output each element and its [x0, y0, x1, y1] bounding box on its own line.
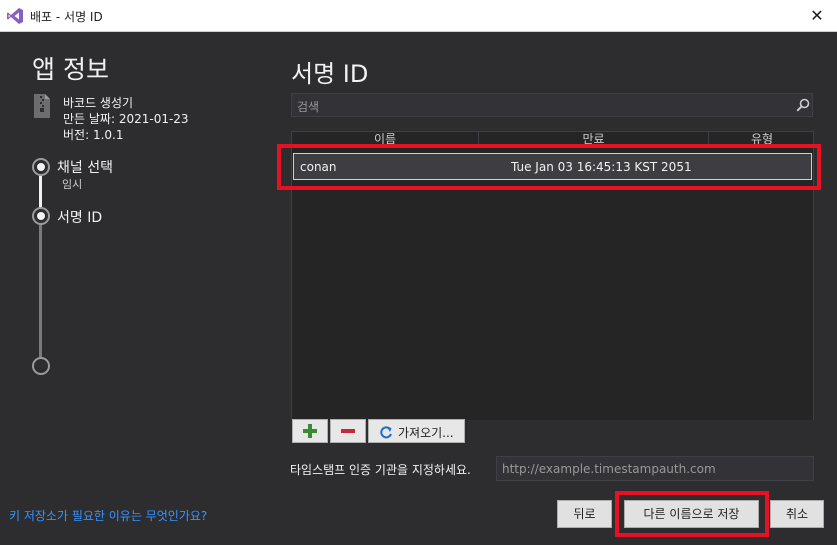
step-signing-label: 서명 ID	[57, 210, 103, 226]
remove-identity-button[interactable]	[330, 419, 366, 443]
selected-row-highlight	[277, 144, 821, 190]
timestamp-label: 타임스탬프 인증 기관을 지정하세요.	[290, 463, 471, 477]
page-title: 서명 ID	[291, 60, 369, 88]
step-channel-dot	[32, 158, 50, 176]
add-identity-button[interactable]	[292, 419, 328, 443]
search-icon[interactable]	[796, 98, 810, 112]
zip-package-icon	[34, 94, 50, 118]
step-channel-sub: 임시	[62, 178, 83, 191]
step-signing-dot	[32, 207, 50, 225]
window-title: 배포 - 서명 ID	[30, 10, 103, 24]
import-button[interactable]: 가져오기...	[368, 419, 465, 443]
title-bar: 배포 - 서명 ID ✕	[0, 0, 837, 32]
search-input[interactable]: 검색	[291, 93, 813, 117]
save-as-highlight	[615, 491, 769, 537]
plus-icon	[303, 424, 317, 438]
search-placeholder: 검색	[297, 100, 320, 114]
import-label: 가져오기...	[398, 426, 454, 440]
timestamp-url-input[interactable]: http://example.timestampauth.com	[496, 456, 814, 481]
cancel-button[interactable]: 취소	[770, 500, 824, 528]
visual-studio-logo-icon	[7, 8, 23, 24]
keystore-help-link[interactable]: 키 저장소가 필요한 이유는 무엇인가요?	[9, 507, 207, 524]
package-name: 바코드 생성기	[63, 96, 134, 110]
created-date: 만든 날짜: 2021-01-23	[63, 112, 189, 126]
timestamp-placeholder: http://example.timestampauth.com	[502, 462, 716, 476]
minus-icon	[341, 429, 355, 433]
version: 버전: 1.0.1	[63, 128, 124, 142]
refresh-import-icon	[380, 426, 392, 439]
step-channel-label: 채널 선택	[57, 160, 113, 176]
step-final-dot	[32, 357, 50, 375]
app-info-heading: 앱 정보	[32, 55, 109, 84]
close-button[interactable]: ✕	[798, 2, 836, 29]
back-button[interactable]: 뒤로	[557, 500, 612, 528]
